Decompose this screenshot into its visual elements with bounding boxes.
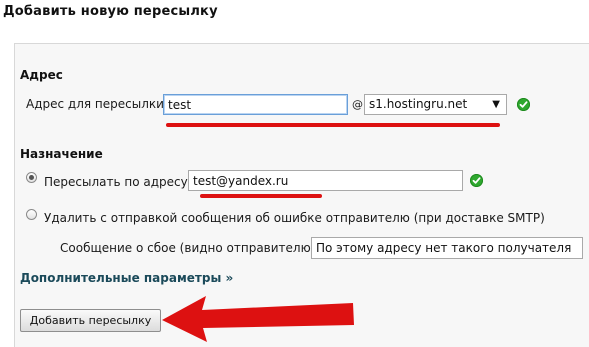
annotation-underline xyxy=(200,194,322,198)
domain-select-value: s1.hostingru.net xyxy=(369,97,468,111)
red-arrow-annotation xyxy=(162,296,354,342)
fail-with-message-label: Удалить с отправкой сообщения об ошибке … xyxy=(44,211,545,225)
forward-address-input[interactable] xyxy=(163,94,348,115)
check-circle-icon xyxy=(470,174,483,187)
chevron-down-icon: ▼ xyxy=(492,99,500,110)
forward-address-label: Адрес для пересылки: xyxy=(26,97,168,111)
domain-select[interactable]: s1.hostingru.net ▼ xyxy=(364,94,507,115)
at-sign: @ xyxy=(352,98,363,111)
fail-with-message-radio[interactable] xyxy=(26,209,37,220)
add-forwarder-button[interactable]: Добавить пересылку xyxy=(20,309,161,332)
failure-message-input[interactable] xyxy=(311,237,583,259)
advanced-options-link[interactable]: Дополнительные параметры » xyxy=(20,271,233,285)
destination-section-heading: Назначение xyxy=(20,147,103,161)
check-circle-icon xyxy=(517,98,530,111)
annotation-underline xyxy=(166,123,500,127)
destination-email-input[interactable] xyxy=(188,170,463,191)
address-section-heading: Адрес xyxy=(20,68,63,82)
forward-to-address-label: Пересылать по адресу: xyxy=(44,175,192,189)
failure-message-label: Сообщение о сбое (видно отправителю): xyxy=(60,241,320,255)
page-title: Добавить новую пересылку xyxy=(3,4,218,19)
forward-to-address-radio[interactable] xyxy=(26,172,37,183)
